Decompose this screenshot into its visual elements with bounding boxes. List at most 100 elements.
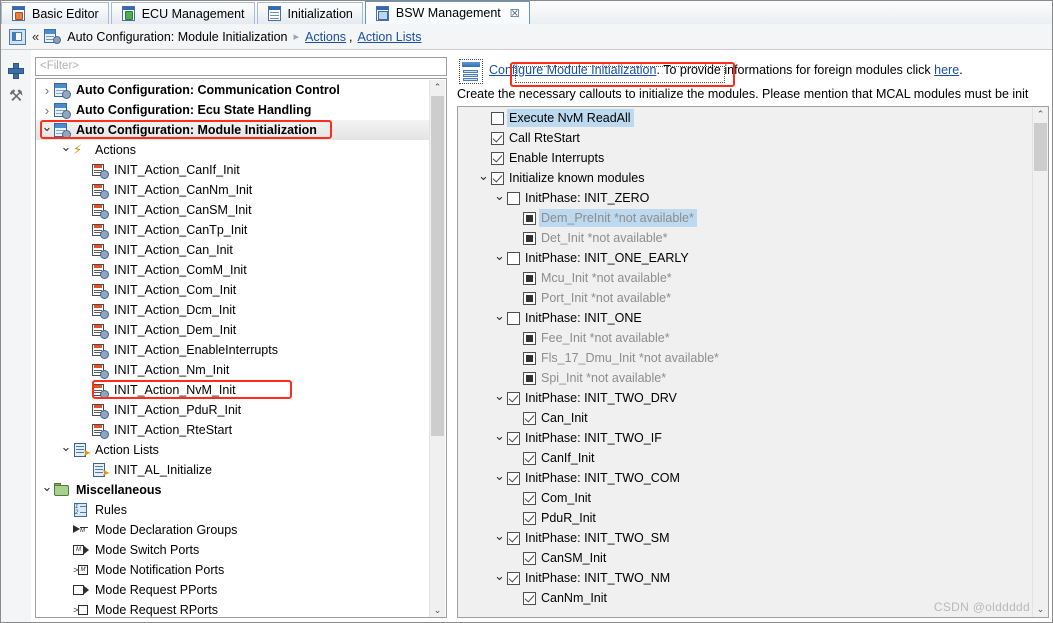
tree-item[interactable]: INIT_Action_Com_Init bbox=[36, 280, 430, 300]
filter-input[interactable]: <Filter> bbox=[35, 57, 447, 76]
module-tree-item[interactable]: Dem_PreInit *not available* bbox=[458, 208, 1032, 228]
module-tree-item[interactable]: PduR_Init bbox=[458, 508, 1032, 528]
module-tree-item[interactable]: Port_Init *not available* bbox=[458, 288, 1032, 308]
checkbox-checked[interactable] bbox=[523, 491, 536, 505]
checkbox-disabled[interactable] bbox=[523, 331, 536, 345]
checkbox-disabled[interactable] bbox=[523, 291, 536, 305]
collapse-arrow-icon[interactable] bbox=[492, 528, 507, 544]
tab-initialization[interactable]: Initialization bbox=[256, 2, 363, 24]
module-tree-item[interactable]: Enable Interrupts bbox=[458, 148, 1032, 168]
checkbox-checked[interactable] bbox=[507, 471, 520, 485]
collapse-arrow-icon[interactable] bbox=[492, 468, 507, 484]
tree-item[interactable]: 1 2 Rules bbox=[36, 500, 430, 520]
checkbox-disabled[interactable] bbox=[523, 231, 536, 245]
expand-arrow-icon[interactable] bbox=[40, 103, 54, 118]
collapse-arrow-icon[interactable] bbox=[40, 482, 54, 498]
module-tree-item[interactable]: Fee_Init *not available* bbox=[458, 328, 1032, 348]
tree-item[interactable]: Auto Configuration: Ecu State Handling bbox=[36, 100, 430, 120]
collapse-arrow-icon[interactable] bbox=[476, 168, 491, 184]
checkbox-unchecked[interactable] bbox=[507, 251, 520, 265]
checkbox-checked[interactable] bbox=[491, 131, 504, 145]
tools-icon[interactable]: ⚒ bbox=[7, 88, 25, 106]
checkbox-checked[interactable] bbox=[507, 531, 520, 545]
tree-item[interactable]: M Mode Switch Ports bbox=[36, 540, 430, 560]
tree-item[interactable]: INIT_Action_CanIf_Init bbox=[36, 160, 430, 180]
collapse-arrow-icon[interactable] bbox=[59, 142, 73, 158]
module-tree-item[interactable]: Com_Init bbox=[458, 488, 1032, 508]
tree-item[interactable]: Auto Configuration: Communication Contro… bbox=[36, 80, 430, 100]
collapse-arrow-icon[interactable] bbox=[40, 122, 54, 138]
checkbox-checked[interactable] bbox=[507, 571, 520, 585]
checkbox-unchecked[interactable] bbox=[507, 191, 520, 205]
module-tree-item[interactable]: InitPhase: INIT_TWO_IF bbox=[458, 428, 1032, 448]
module-tree-item[interactable]: Fls_17_Dmu_Init *not available* bbox=[458, 348, 1032, 368]
module-initialization-tree[interactable]: Execute NvM ReadAll Call RteStart Enable I… bbox=[457, 106, 1049, 618]
scroll-down-icon[interactable]: ⌄ bbox=[1033, 602, 1048, 617]
checkbox-checked[interactable] bbox=[507, 391, 520, 405]
collapse-arrow-icon[interactable] bbox=[492, 308, 507, 324]
tab-bsw-management[interactable]: BSW Management ☒ bbox=[364, 1, 530, 24]
module-tree-item[interactable]: Execute NvM ReadAll bbox=[458, 108, 1032, 128]
checkbox-disabled[interactable] bbox=[523, 371, 536, 385]
checkbox-checked[interactable] bbox=[523, 511, 536, 525]
module-tree-item[interactable]: InitPhase: INIT_TWO_SM bbox=[458, 528, 1032, 548]
tree-item[interactable]: Auto Configuration: Module Initializatio… bbox=[36, 120, 430, 140]
module-tree-item[interactable]: Call RteStart bbox=[458, 128, 1032, 148]
tree-item[interactable]: INIT_Action_ComM_Init bbox=[36, 260, 430, 280]
breadcrumb-link-actions[interactable]: Actions bbox=[305, 30, 346, 44]
tree-item[interactable]: Miscellaneous bbox=[36, 480, 430, 500]
module-tree-item[interactable]: CanIf_Init bbox=[458, 448, 1032, 468]
module-tree-item[interactable]: InitPhase: INIT_TWO_NM bbox=[458, 568, 1032, 588]
collapse-arrow-icon[interactable] bbox=[492, 188, 507, 204]
here-link[interactable]: here bbox=[934, 63, 959, 77]
module-tree-item[interactable]: CanSM_Init bbox=[458, 548, 1032, 568]
checkbox-checked[interactable] bbox=[523, 411, 536, 425]
right-tree-scrollbar[interactable]: ⌃ ⌄ bbox=[1032, 107, 1048, 617]
scroll-up-icon[interactable]: ⌃ bbox=[430, 80, 445, 95]
left-tree-scrollbar[interactable]: ⌃ ⌄ bbox=[429, 80, 445, 617]
tree-item[interactable]: INIT_Action_RteStart bbox=[36, 420, 430, 440]
checkbox-disabled[interactable] bbox=[523, 351, 536, 365]
tree-item[interactable]: INIT_Action_NvM_Init bbox=[36, 380, 430, 400]
module-tree-item[interactable]: Mcu_Init *not available* bbox=[458, 268, 1032, 288]
tree-item[interactable]: > M Mode Notification Ports bbox=[36, 560, 430, 580]
tree-item[interactable]: INIT_Action_CanTp_Init bbox=[36, 220, 430, 240]
close-icon[interactable]: ☒ bbox=[510, 7, 520, 20]
tree-item[interactable]: M Mode Declaration Groups bbox=[36, 520, 430, 540]
tree-item[interactable]: INIT_Action_PduR_Init bbox=[36, 400, 430, 420]
breadcrumb-link-action-lists[interactable]: Action Lists bbox=[358, 30, 422, 44]
tree-item[interactable]: ⚡ Actions bbox=[36, 140, 430, 160]
scroll-down-icon[interactable]: ⌄ bbox=[430, 603, 445, 617]
expand-arrow-icon[interactable] bbox=[40, 83, 54, 98]
collapse-arrow-icon[interactable] bbox=[492, 428, 507, 444]
checkbox-checked[interactable] bbox=[491, 151, 504, 165]
checkbox-unchecked[interactable] bbox=[507, 311, 520, 325]
checkbox-checked[interactable] bbox=[523, 551, 536, 565]
checkbox-disabled[interactable] bbox=[523, 211, 536, 225]
tree-item[interactable]: > Mode Request RPorts bbox=[36, 600, 430, 617]
scrollbar-thumb[interactable] bbox=[431, 96, 444, 436]
checkbox-checked[interactable] bbox=[491, 171, 504, 185]
add-plus-icon[interactable] bbox=[7, 62, 25, 80]
module-tree-item[interactable]: Initialize known modules bbox=[458, 168, 1032, 188]
module-tree-item[interactable]: InitPhase: INIT_ONE_EARLY bbox=[458, 248, 1032, 268]
tree-item[interactable]: INIT_Action_Nm_Init bbox=[36, 360, 430, 380]
checkbox-disabled[interactable] bbox=[523, 271, 536, 285]
tree-item[interactable]: INIT_Action_Dem_Init bbox=[36, 320, 430, 340]
collapse-arrow-icon[interactable] bbox=[59, 442, 73, 458]
module-tree-item[interactable]: Spi_Init *not available* bbox=[458, 368, 1032, 388]
scroll-up-icon[interactable]: ⌃ bbox=[1033, 107, 1048, 122]
collapse-arrow-icon[interactable] bbox=[492, 388, 507, 404]
module-tree-item[interactable]: Can_Init bbox=[458, 408, 1032, 428]
tab-ecu-management[interactable]: ECU Management bbox=[110, 2, 255, 24]
module-tree-item[interactable]: InitPhase: INIT_ONE bbox=[458, 308, 1032, 328]
checkbox-unchecked[interactable] bbox=[491, 111, 504, 125]
tree-item[interactable]: ➤ Action Lists bbox=[36, 440, 430, 460]
configure-module-initialization-link[interactable]: Configure Module Initialization bbox=[489, 63, 656, 77]
collapse-all-icon[interactable]: « bbox=[32, 29, 39, 44]
tree-item[interactable]: INIT_Action_EnableInterrupts bbox=[36, 340, 430, 360]
module-tree-item[interactable]: Det_Init *not available* bbox=[458, 228, 1032, 248]
scrollbar-thumb[interactable] bbox=[1034, 123, 1047, 171]
tree-item[interactable]: ➤ INIT_AL_Initialize bbox=[36, 460, 430, 480]
checkbox-checked[interactable] bbox=[507, 431, 520, 445]
